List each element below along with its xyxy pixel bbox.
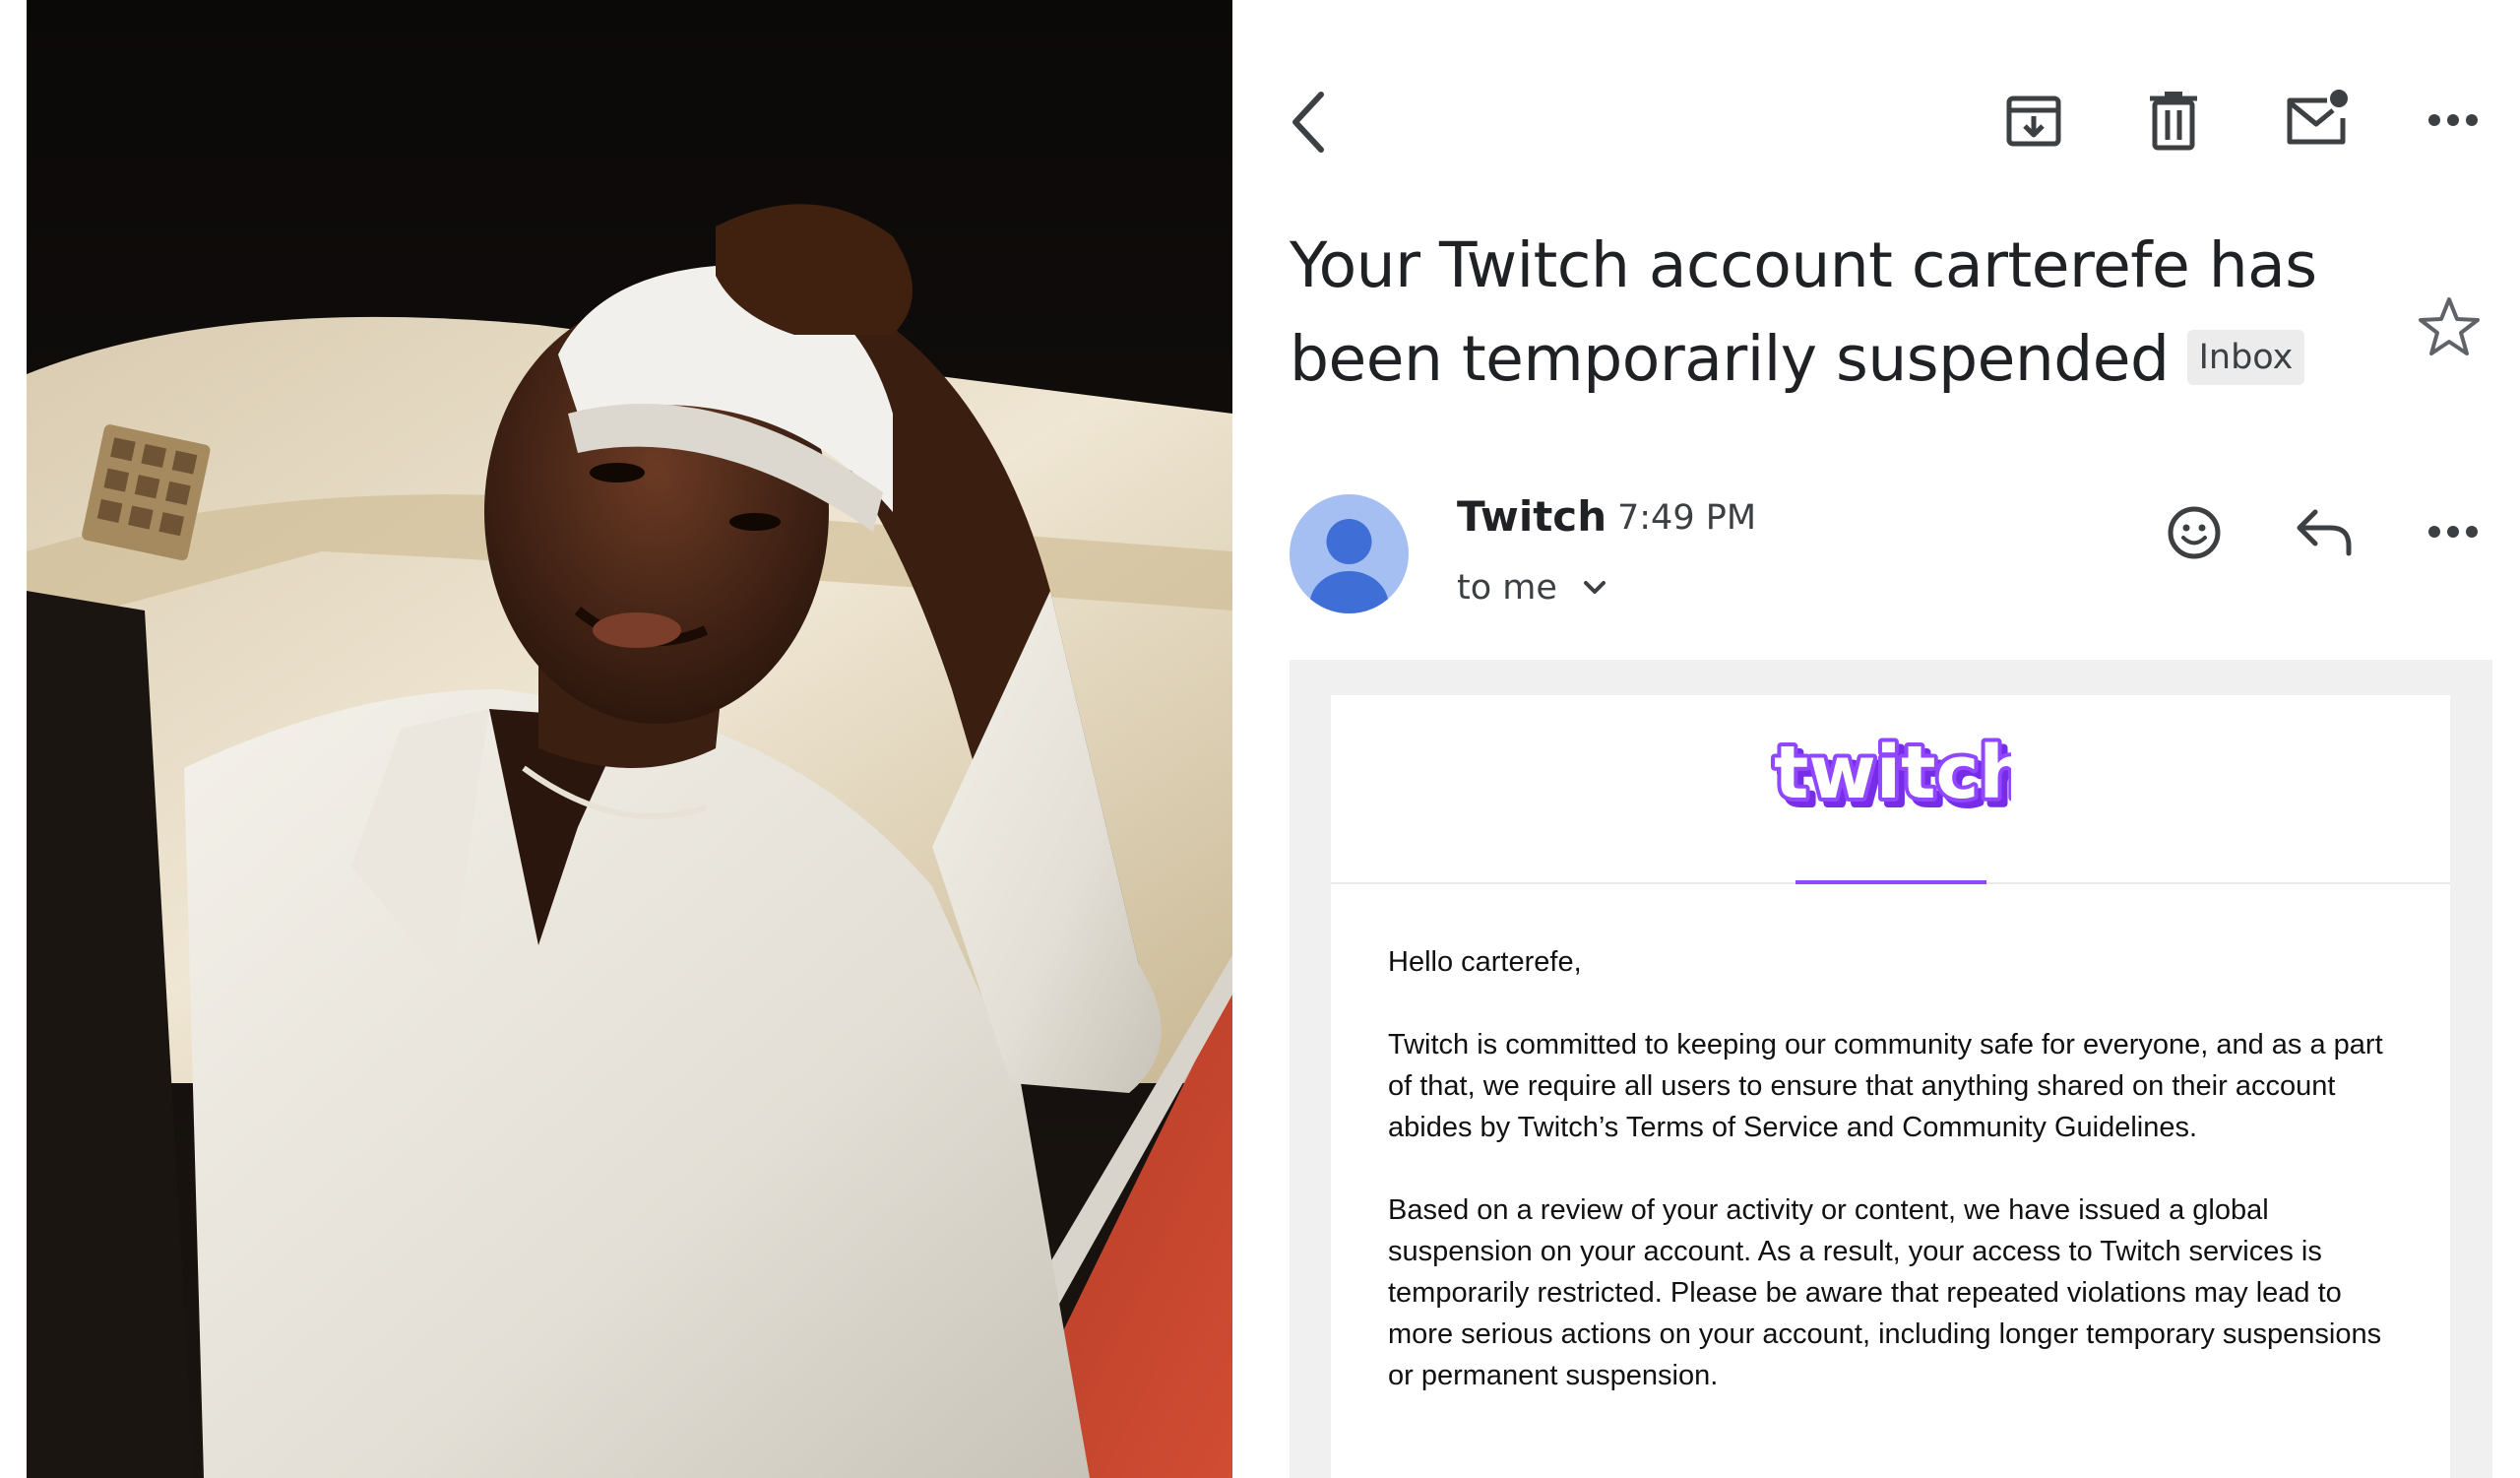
message-more-icon[interactable] <box>2427 520 2479 544</box>
archive-icon[interactable] <box>2004 91 2063 150</box>
recipient-details-toggle[interactable]: to me <box>1457 568 1606 608</box>
twitch-logo: twitch twitch <box>1770 727 2041 828</box>
inbox-label-chip[interactable]: Inbox <box>2186 329 2305 385</box>
header-accent-bar <box>1796 880 1986 884</box>
back-arrow-icon[interactable] <box>1290 91 1329 154</box>
email-body-card: twitch twitch Hello carterefe, Twitch is… <box>1331 695 2450 1478</box>
greeting: Hello carterefe, <box>1388 946 1582 978</box>
email-header: twitch twitch <box>1331 695 2450 884</box>
recipient-text: to me <box>1457 568 1557 608</box>
trash-icon[interactable] <box>2146 89 2201 152</box>
paragraph-2: Based on a review of your activity or co… <box>1388 1194 2382 1391</box>
email-view: Your Twitch account carterefe has been t… <box>1232 0 2520 1478</box>
emoji-react-icon[interactable] <box>2166 504 2223 561</box>
email-content: Hello carterefe, Twitch is committed to … <box>1388 941 2392 1438</box>
chevron-down-icon <box>1583 580 1606 596</box>
star-icon[interactable] <box>2418 295 2481 358</box>
portrait-photo <box>27 0 1232 1478</box>
subject-text: Your Twitch account carterefe has been t… <box>1290 229 2317 395</box>
sender-avatar <box>1290 494 1409 613</box>
svg-text:twitch: twitch <box>1774 735 2011 815</box>
mark-unread-icon[interactable] <box>2284 87 2351 150</box>
email-body-frame: twitch twitch Hello carterefe, Twitch is… <box>1290 660 2492 1478</box>
paragraph-1: Twitch is committed to keeping our commu… <box>1388 1029 2383 1143</box>
reply-icon[interactable] <box>2294 506 2355 559</box>
sender-name: Twitch <box>1457 492 1607 541</box>
email-subject: Your Twitch account carterefe has been t… <box>1290 219 2333 406</box>
email-time: 7:49 PM <box>1617 498 1757 538</box>
more-icon[interactable] <box>2427 108 2479 132</box>
